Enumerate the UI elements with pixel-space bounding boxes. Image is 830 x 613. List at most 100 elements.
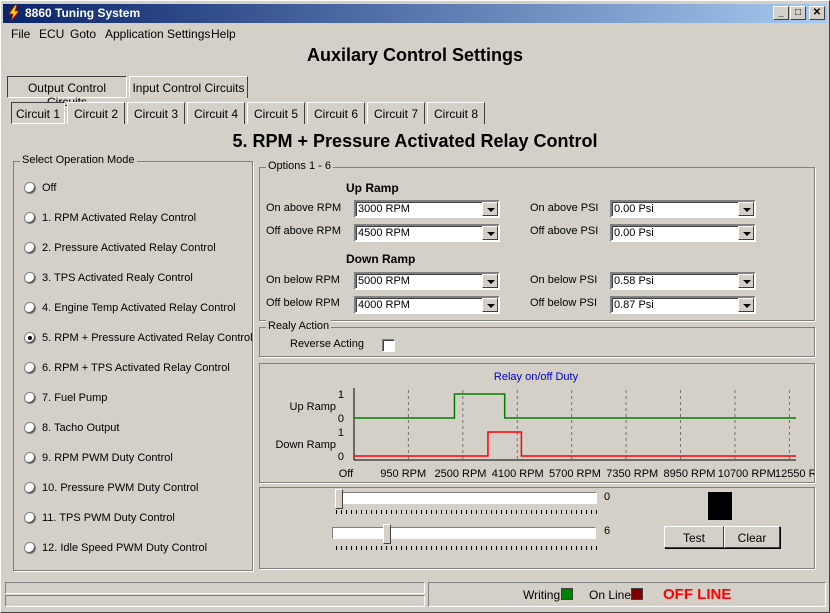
- on-above-rpm-select[interactable]: 3000 RPM: [354, 200, 500, 218]
- writing-label: Writing: [523, 588, 561, 602]
- off-below-rpm-select[interactable]: 4000 RPM: [354, 296, 500, 314]
- mode-radio-9[interactable]: 9. RPM PWM Duty Control: [24, 452, 249, 466]
- x-tick-label: Off: [339, 468, 354, 480]
- tab-circuit-8[interactable]: Circuit 8: [427, 102, 485, 124]
- chevron-down-icon[interactable]: [482, 202, 498, 216]
- chevron-down-icon[interactable]: [738, 298, 754, 312]
- chevron-down-icon[interactable]: [738, 226, 754, 240]
- on-above-psi-value: 0.00 Psi: [614, 203, 654, 215]
- radio-dot-icon[interactable]: [24, 512, 36, 524]
- radio-dot-icon[interactable]: [24, 272, 36, 284]
- test-button[interactable]: Test: [664, 526, 724, 548]
- on-below-rpm-select[interactable]: 5000 RPM: [354, 272, 500, 290]
- tab-circuit-4[interactable]: Circuit 4: [187, 102, 245, 124]
- mode-radio-label: 6. RPM + TPS Activated Relay Control: [42, 362, 230, 374]
- menu-application-settings[interactable]: Application Settings: [105, 27, 210, 41]
- mode-radio-0[interactable]: Off: [24, 182, 249, 196]
- writing-led: [561, 588, 573, 600]
- operation-mode-group: Select Operation Mode Off 1. RPM Activate…: [13, 154, 253, 571]
- menu-bar: File ECU Goto Application Settings Help: [3, 24, 827, 42]
- mode-radio-8[interactable]: 8. Tacho Output: [24, 422, 249, 436]
- radio-dot-icon[interactable]: [24, 332, 36, 344]
- on-below-psi-select[interactable]: 0.58 Psi: [610, 272, 756, 290]
- y-tick-label: 0: [338, 413, 344, 425]
- minimize-button[interactable]: _: [773, 6, 789, 20]
- off-below-psi-select[interactable]: 0.87 Psi: [610, 296, 756, 314]
- clear-button[interactable]: Clear: [724, 526, 780, 548]
- on-above-psi-select[interactable]: 0.00 Psi: [610, 200, 756, 218]
- relay-duty-chart: Relay on/off DutyUp Ramp10Down Ramp10Off…: [275, 371, 814, 480]
- mode-radio-4[interactable]: 4. Engine Temp Activated Relay Control: [24, 302, 249, 316]
- mode-radio-2[interactable]: 2. Pressure Activated Relay Control: [24, 242, 249, 256]
- radio-dot-icon[interactable]: [24, 452, 36, 464]
- chevron-down-icon[interactable]: [482, 226, 498, 240]
- down-ramp-heading: Down Ramp: [346, 252, 416, 266]
- tab-circuit-5[interactable]: Circuit 5: [247, 102, 305, 124]
- mode-radio-5[interactable]: 5. RPM + Pressure Activated Relay Contro…: [24, 332, 253, 346]
- x-tick-label: 2500 RPM: [435, 468, 487, 480]
- slider-1-thumb[interactable]: [335, 489, 343, 509]
- x-tick-label: 10700 RPM: [718, 468, 776, 480]
- on-above-rpm-label: On above RPM: [266, 202, 342, 214]
- menu-ecu[interactable]: ECU: [39, 27, 64, 41]
- online-led: [631, 588, 643, 600]
- radio-dot-icon[interactable]: [24, 422, 36, 434]
- menu-goto[interactable]: Goto: [70, 27, 96, 41]
- chevron-down-icon[interactable]: [482, 298, 498, 312]
- off-above-psi-select[interactable]: 0.00 Psi: [610, 224, 756, 242]
- mode-radio-label: 7. Fuel Pump: [42, 392, 108, 404]
- radio-dot-icon[interactable]: [24, 302, 36, 314]
- mode-radio-7[interactable]: 7. Fuel Pump: [24, 392, 249, 406]
- slider-2-thumb[interactable]: [383, 524, 392, 544]
- lightning-icon: [8, 5, 20, 21]
- mode-radio-6[interactable]: 6. RPM + TPS Activated Relay Control: [24, 362, 249, 376]
- tab-circuit-7[interactable]: Circuit 7: [367, 102, 425, 124]
- radio-dot-icon[interactable]: [24, 542, 36, 554]
- operation-mode-label: Select Operation Mode: [20, 154, 137, 166]
- mode-radio-label: Off: [42, 182, 57, 194]
- reverse-acting-checkbox[interactable]: [382, 339, 395, 352]
- section-title: 5. RPM + Pressure Activated Relay Contro…: [232, 131, 598, 151]
- x-tick-label: 8950 RPM: [664, 468, 716, 480]
- off-above-rpm-select[interactable]: 4500 RPM: [354, 224, 500, 242]
- slider-2-track[interactable]: [332, 527, 596, 539]
- off-above-psi-value: 0.00 Psi: [614, 227, 654, 239]
- close-button[interactable]: ✕: [809, 6, 825, 20]
- tab-circuit-6[interactable]: Circuit 6: [307, 102, 365, 124]
- chevron-down-icon[interactable]: [482, 274, 498, 288]
- slider-1-ticks: [336, 510, 598, 514]
- chevron-down-icon[interactable]: [738, 274, 754, 288]
- tab-input-control-circuits[interactable]: Input Control Circuits: [129, 76, 248, 98]
- tab-output-control-circuits[interactable]: Output Control Circuits: [7, 76, 127, 109]
- tab-circuit-1[interactable]: Circuit 1: [11, 102, 65, 124]
- mode-radio-label: 9. RPM PWM Duty Control: [42, 452, 173, 464]
- relay-indicator: [708, 492, 732, 520]
- mode-radio-label: 4. Engine Temp Activated Relay Control: [42, 302, 236, 314]
- status-pane-2: [5, 595, 425, 607]
- radio-dot-icon[interactable]: [24, 362, 36, 374]
- off-below-rpm-value: 4000 RPM: [358, 299, 410, 311]
- radio-dot-icon[interactable]: [24, 182, 36, 194]
- radio-dot-icon[interactable]: [24, 482, 36, 494]
- slider-1-value: 0: [604, 491, 611, 503]
- slider-1-track[interactable]: [335, 492, 597, 504]
- tab-circuit-2[interactable]: Circuit 2: [67, 102, 125, 124]
- radio-dot-icon[interactable]: [24, 242, 36, 254]
- reverse-acting-label: Reverse Acting: [290, 338, 364, 350]
- x-tick-label: 4100 RPM: [492, 468, 544, 480]
- mode-radio-12[interactable]: 12. Idle Speed PWM Duty Control: [24, 542, 249, 556]
- maximize-button[interactable]: □: [790, 6, 806, 20]
- radio-dot-icon[interactable]: [24, 212, 36, 224]
- mode-radio-1[interactable]: 1. RPM Activated Relay Control: [24, 212, 249, 226]
- tab-circuit-3[interactable]: Circuit 3: [127, 102, 185, 124]
- on-above-rpm-value: 3000 RPM: [358, 203, 410, 215]
- menu-file[interactable]: File: [11, 27, 30, 41]
- mode-radio-10[interactable]: 10. Pressure PWM Duty Control: [24, 482, 249, 496]
- mode-radio-label: 12. Idle Speed PWM Duty Control: [42, 542, 208, 554]
- series-label: Down Ramp: [275, 439, 336, 451]
- mode-radio-11[interactable]: 11. TPS PWM Duty Control: [24, 512, 249, 526]
- mode-radio-3[interactable]: 3. TPS Activated Realy Control: [24, 272, 249, 286]
- menu-help[interactable]: Help: [211, 27, 236, 41]
- chevron-down-icon[interactable]: [738, 202, 754, 216]
- radio-dot-icon[interactable]: [24, 392, 36, 404]
